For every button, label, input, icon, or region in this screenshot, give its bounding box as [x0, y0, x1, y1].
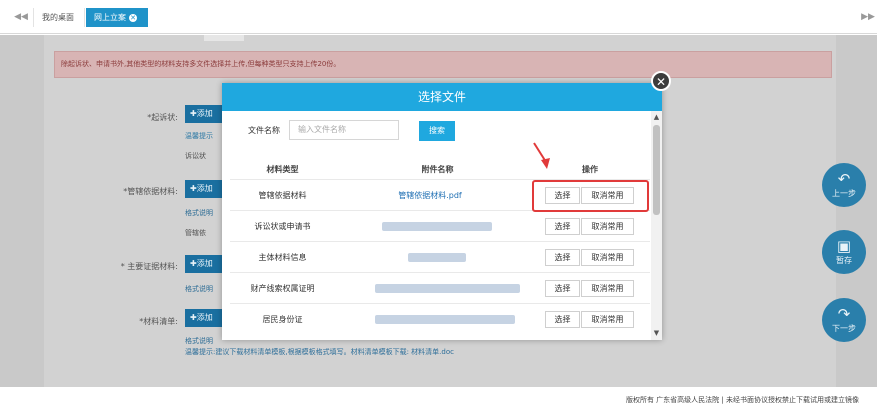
select-button[interactable]: 选择 [545, 280, 580, 297]
next-step-label: 下一步 [832, 324, 856, 333]
format-note-3: 格式说明 [185, 337, 213, 345]
close-modal-icon[interactable]: ✕ [651, 71, 671, 91]
table-row: 主体材料信息 选择 取消常用 [230, 241, 650, 272]
scroll-up-icon[interactable]: ▲ [652, 113, 661, 122]
format-note-1: 格式说明 [185, 209, 213, 217]
select-button[interactable]: 选择 [545, 311, 580, 328]
evidence-label: * 主要证据材料: [120, 262, 178, 271]
row-material-type: 居民身份证 [262, 315, 303, 324]
jurisdiction-label: *管辖依据材料: [123, 187, 178, 196]
table-row: 财产线索权属证明 选择 取消常用 [230, 272, 650, 303]
tab-bar: ◀◀ 我的桌面 网上立案 ✕ ▶▶ [0, 0, 877, 34]
hint-text-1: 温馨提示 [185, 132, 213, 140]
file-name-search-input[interactable]: 输入文件名称 [289, 120, 399, 140]
tab-scroll-left-icon[interactable]: ◀◀ [11, 10, 31, 24]
row-attachment-link[interactable]: 管辖依据材料.pdf [360, 190, 500, 201]
format-note-2: 格式说明 [185, 285, 213, 293]
save-draft-label: 暂存 [836, 256, 852, 265]
tab-online-filing[interactable]: 网上立案 ✕ [86, 8, 148, 27]
cancel-common-button[interactable]: 取消常用 [581, 218, 634, 235]
annotation-highlight-box [532, 180, 649, 212]
materials-template-hint[interactable]: 温馨提示:建议下载材料清单模板,根据模板格式填写。材料清单模板下载: 材料清单.… [185, 347, 454, 357]
jurisdiction-file: 管辖依 [185, 229, 206, 237]
add-evidence-button[interactable]: ✚添加 [185, 255, 222, 273]
add-materials-list-button[interactable]: ✚添加 [185, 309, 222, 327]
select-button[interactable]: 选择 [545, 249, 580, 266]
blurred-attachment-name [408, 253, 466, 262]
footer: 版权所有 广东省高级人民法院 | 未经书面协议授权禁止下载试用或建立镜像 [0, 388, 877, 412]
save-draft-button[interactable]: ▣ 暂存 [822, 230, 866, 274]
blurred-attachment-name [382, 222, 492, 231]
previous-step-label: 上一步 [832, 189, 856, 198]
header-attachment-name: 附件名称 [421, 165, 454, 174]
cancel-common-button[interactable]: 取消常用 [581, 311, 634, 328]
scroll-down-icon[interactable]: ▼ [652, 329, 661, 338]
select-button[interactable]: 选择 [545, 218, 580, 235]
row-material-type: 诉讼状或申请书 [254, 222, 311, 231]
annotation-arrow-icon [533, 142, 550, 169]
row-material-type: 财产线索权属证明 [250, 284, 315, 293]
blurred-attachment-name [375, 315, 515, 324]
header-material-type: 材料类型 [266, 165, 299, 174]
modal-scrollbar[interactable]: ▲ ▼ [651, 111, 662, 340]
add-jurisdiction-button[interactable]: ✚添加 [185, 180, 222, 198]
materials-list-label: *材料清单: [139, 317, 178, 326]
file-name-label: 文件名称 [248, 126, 280, 135]
top-input-stub [204, 35, 244, 41]
cancel-common-button[interactable]: 取消常用 [581, 249, 634, 266]
cancel-common-button[interactable]: 取消常用 [581, 280, 634, 297]
search-button[interactable]: 搜索 [419, 121, 455, 141]
header-operations: 操作 [582, 165, 598, 174]
scroll-thumb[interactable] [653, 125, 660, 215]
upload-alert: 除起诉状、申请书外,其他类型的材料支持多文件选择并上传,但每种类型只支持上传20… [54, 51, 832, 78]
blurred-attachment-name [375, 284, 520, 293]
next-step-button[interactable]: ↷ 下一步 [822, 298, 866, 342]
previous-step-button[interactable]: ↶ 上一步 [822, 163, 866, 207]
save-icon: ▣ [836, 237, 852, 255]
table-row: 诉讼状或申请书 选择 取消常用 [230, 210, 650, 241]
close-tab-icon[interactable]: ✕ [129, 13, 137, 22]
tab-online-filing-label: 网上立案 [94, 13, 126, 22]
table-row: 居民身份证 选择 取消常用 [230, 303, 650, 334]
tab-my-desktop[interactable]: 我的桌面 [33, 8, 85, 27]
copyright-text: 版权所有 广东省高级人民法院 | 未经书面协议授权禁止下载试用或建立镜像 [625, 396, 859, 404]
tab-scroll-right-icon[interactable]: ▶▶ [858, 10, 877, 24]
add-complaint-button[interactable]: ✚添加 [185, 105, 222, 123]
row-material-type: 主体材料信息 [258, 253, 307, 262]
complaint-label: *起诉状: [147, 113, 178, 122]
complaint-file: 诉讼状 [185, 152, 206, 160]
modal-title: 选择文件 [222, 83, 662, 111]
back-arrow-icon: ↶ [837, 170, 851, 188]
forward-arrow-icon: ↷ [837, 305, 851, 323]
row-material-type: 管辖依据材料 [258, 191, 307, 200]
